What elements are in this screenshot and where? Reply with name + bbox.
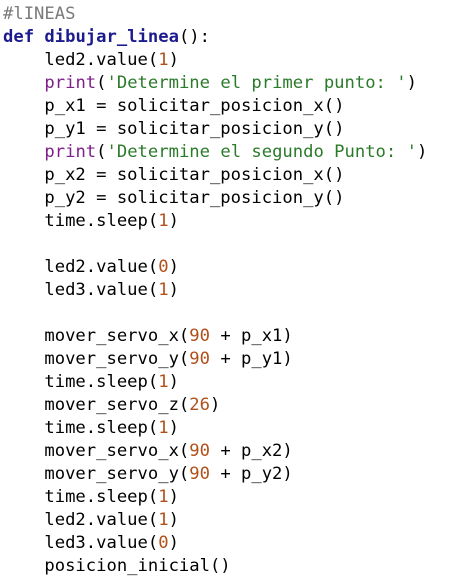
code-token-num: 90	[189, 464, 210, 484]
code-token-plain: (	[96, 142, 107, 162]
code-line[interactable]: led2.value(1)	[3, 509, 179, 532]
code-token-num: 1	[158, 418, 169, 438]
code-token-plain: time.sleep(	[3, 418, 159, 438]
code-token-plain: )	[168, 50, 179, 70]
code-token-num: 1	[158, 510, 169, 530]
code-line[interactable]: posicion_inicial()	[3, 555, 231, 578]
code-line[interactable]: p_x1 = solicitar_posicion_x()	[3, 95, 344, 118]
code-line[interactable]: led3.value(0)	[3, 532, 179, 555]
code-line[interactable]: def dibujar_linea():	[3, 26, 210, 49]
code-token-num: 26	[189, 395, 210, 415]
code-token-plain: (	[96, 73, 107, 93]
code-token-builtin: print	[44, 73, 97, 93]
code-line[interactable]: #lINEAS	[3, 3, 75, 26]
code-token-num: 0	[158, 533, 169, 553]
code-line[interactable]: time.sleep(1)	[3, 371, 179, 394]
code-line[interactable]: mover_servo_y(90 + p_y1)	[3, 348, 293, 371]
code-token-kw: def	[3, 27, 35, 47]
code-token-plain: )	[406, 73, 417, 93]
code-line[interactable]: p_x2 = solicitar_posicion_x()	[3, 164, 344, 187]
code-token-plain: )	[168, 487, 179, 507]
code-token-plain: mover_servo_y(	[3, 464, 190, 484]
code-line[interactable]: time.sleep(1)	[3, 210, 179, 233]
code-token-plain: )	[168, 211, 179, 231]
code-token-str: 'Determine el primer punto: '	[106, 73, 407, 93]
code-token-num: 90	[189, 326, 210, 346]
code-token-plain: p_x2 = solicitar_posicion_x()	[3, 165, 345, 185]
code-line[interactable]: print('Determine el primer punto: ')	[3, 72, 417, 95]
code-token-plain: time.sleep(	[3, 372, 159, 392]
code-token-plain: led2.value(	[3, 50, 159, 70]
code-token-plain: ():	[178, 27, 210, 47]
code-line[interactable]: led3.value(1)	[3, 279, 179, 302]
code-token-num: 90	[189, 441, 210, 461]
code-token-plain: led2.value(	[3, 257, 159, 277]
code-token-num: 1	[158, 372, 169, 392]
code-line[interactable]: p_y2 = solicitar_posicion_y()	[3, 187, 344, 210]
code-token-comment: #lINEAS	[3, 4, 76, 24]
code-token-plain: mover_servo_x(	[3, 441, 190, 461]
code-token-plain: led3.value(	[3, 280, 159, 300]
code-line[interactable]: mover_servo_x(90 + p_x1)	[3, 325, 293, 348]
code-line[interactable]: led2.value(0)	[3, 256, 179, 279]
code-token-plain: led3.value(	[3, 533, 159, 553]
code-token-plain: )	[209, 395, 221, 415]
code-token-plain: p_x1 = solicitar_posicion_x()	[3, 96, 345, 116]
code-line[interactable]: time.sleep(1)	[3, 417, 179, 440]
code-token-plain: time.sleep(	[3, 487, 159, 507]
code-line[interactable]: time.sleep(1)	[3, 486, 179, 509]
code-token-plain: + p_y1)	[209, 349, 293, 369]
code-token-fn: dibujar_linea	[44, 27, 179, 47]
code-token-plain: p_y1 = solicitar_posicion_y()	[3, 119, 345, 139]
code-token-num: 90	[189, 349, 210, 369]
code-line[interactable]: mover_servo_y(90 + p_y2)	[3, 463, 293, 486]
code-token-num: 1	[158, 50, 169, 70]
code-line[interactable]: p_y1 = solicitar_posicion_y()	[3, 118, 344, 141]
code-token-plain: mover_servo_y(	[3, 349, 190, 369]
code-token-builtin: print	[44, 142, 97, 162]
code-token-plain: + p_x2)	[209, 441, 293, 461]
code-line[interactable]: mover_servo_x(90 + p_x2)	[3, 440, 293, 463]
code-token-plain: )	[416, 142, 428, 162]
code-token-plain: )	[168, 510, 179, 530]
code-token-plain: mover_servo_z(	[3, 395, 190, 415]
code-token-plain: mover_servo_x(	[3, 326, 190, 346]
code-token-plain: )	[168, 257, 179, 277]
code-token-num: 0	[158, 257, 169, 277]
code-line[interactable]: mover_servo_z(26)	[3, 394, 220, 417]
code-token-num: 1	[158, 280, 169, 300]
code-token-plain: )	[168, 418, 179, 438]
code-token-plain: )	[168, 372, 179, 392]
code-token-plain: posicion_inicial()	[3, 556, 231, 576]
code-line[interactable]: print('Determine el segundo Punto: ')	[3, 141, 427, 164]
code-token-plain: time.sleep(	[3, 211, 159, 231]
code-token-plain: p_y2 = solicitar_posicion_y()	[3, 188, 345, 208]
code-token-plain: )	[168, 280, 179, 300]
code-editor[interactable]: #lINEAS def dibujar_linea(): led2.value(1…	[0, 0, 463, 587]
code-token-num: 1	[158, 487, 169, 507]
code-token-plain: + p_y2)	[209, 464, 293, 484]
code-line[interactable]: led2.value(1)	[3, 49, 179, 72]
code-token-plain: led2.value(	[3, 510, 159, 530]
code-token-plain: )	[168, 533, 179, 553]
code-token-str: 'Determine el segundo Punto: '	[106, 142, 417, 162]
code-token-plain: + p_x1)	[209, 326, 293, 346]
code-token-num: 1	[158, 211, 169, 231]
